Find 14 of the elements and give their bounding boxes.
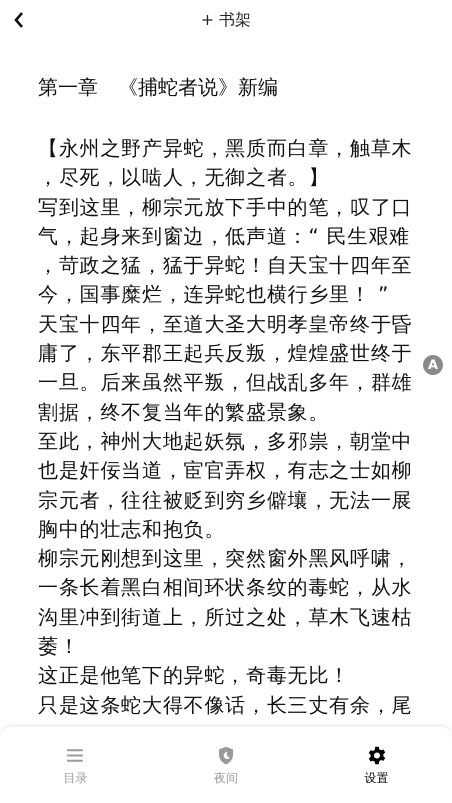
- paragraph: 【永州之野产异蛇，黑质而白章，触草木，尽死，以啮人，无御之者。】: [38, 135, 414, 192]
- paragraph: 这正是他笔下的异蛇，奇毒无比！: [38, 662, 351, 690]
- paragraph: 天宝十四年，至道大圣大明孝皇帝终于昏庸了，东平郡王起兵反叛，煌煌盛世终于一旦。后来虽然平叛，但战乱多年，群雄割据，终不复当年的繁盛景象。: [38, 310, 414, 426]
- paragraph: 柳宗元刚想到这里，突然窗外黑风呼啸，一条长着黑白相间环状条纹的毒蛇，从水沟里冲到街道上，所过之处，草木飞速枯萎！: [38, 545, 414, 660]
- bottom-tab[interactable]: 设置: [342, 727, 412, 787]
- bottom-tab[interactable]: 目录: [40, 727, 110, 787]
- back-icon: [13, 11, 25, 29]
- paragraph: 只是这条蛇大得不像话，长三丈有余，尾: [38, 692, 414, 719]
- bottom-tab[interactable]: 夜间: [190, 727, 261, 787]
- font-button[interactable]: A: [423, 355, 443, 375]
- paragraph: 写到这里，柳宗元放下手中的笔，叹了口气，起身来到窗边，低声道：“ 民生艰难，苛政之猛，猛于异蛇！自天宝十四年至今，国事糜烂，连异蛇也横行乡里！ ”: [38, 194, 414, 308]
- add-to-bookshelf-link[interactable]: + 书架: [200, 10, 252, 30]
- chapter-title: 第一章 《捕蛇者说》新编: [38, 74, 279, 101]
- paragraph: 至此，神州大地起妖氛，多邪祟，朝堂中也是奸佞当道，宦官弄权，有志之士如柳宗元者，往往被贬到穷乡僻壤，无法一展胸中的壮志和抱负。: [38, 428, 414, 543]
